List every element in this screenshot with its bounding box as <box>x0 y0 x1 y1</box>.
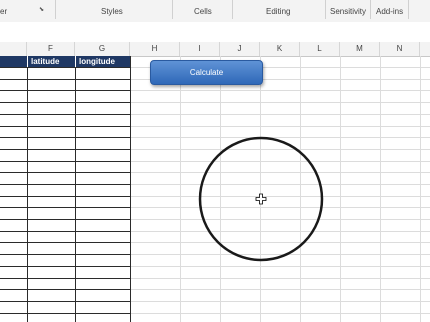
column-header-l[interactable]: L <box>300 42 340 56</box>
ribbon-group-editing[interactable]: Editing <box>266 7 290 16</box>
ribbon: er ⬊ Styles Cells Editing Sensitivity Ad… <box>0 0 430 23</box>
ribbon-group-clipboard-partial[interactable]: er <box>0 7 7 16</box>
ribbon-group-add-ins[interactable]: Add-ins <box>376 7 403 16</box>
ribbon-separator <box>325 0 326 19</box>
column-header-n[interactable]: N <box>380 42 420 56</box>
column-header-f[interactable]: F <box>27 42 75 56</box>
column-header-g[interactable]: G <box>75 42 130 56</box>
dialog-launcher-icon[interactable]: ⬊ <box>39 7 45 13</box>
column-headers: F G H I J K L M N <box>0 42 430 57</box>
circle-shape[interactable] <box>198 136 324 262</box>
column-header-o-partial[interactable] <box>420 42 430 56</box>
column-header-m[interactable]: M <box>340 42 380 56</box>
ribbon-group-cells[interactable]: Cells <box>194 7 212 16</box>
column-header-k[interactable]: K <box>260 42 300 56</box>
ribbon-separator <box>172 0 173 19</box>
ribbon-separator <box>232 0 233 19</box>
ribbon-group-sensitivity[interactable]: Sensitivity <box>330 7 366 16</box>
ribbon-separator <box>370 0 371 19</box>
column-header-e-partial[interactable] <box>0 42 27 56</box>
formula-bar-area <box>0 22 430 42</box>
ribbon-separator <box>55 0 56 19</box>
column-header-j[interactable]: J <box>220 42 260 56</box>
calculate-button[interactable]: Calculate <box>150 60 263 85</box>
table-header-latitude[interactable]: latitude <box>27 56 75 67</box>
table-header-cell-blank[interactable] <box>0 56 27 67</box>
ribbon-separator <box>408 0 409 19</box>
ribbon-group-styles[interactable]: Styles <box>101 7 123 16</box>
column-header-h[interactable]: H <box>130 42 180 56</box>
column-header-i[interactable]: I <box>180 42 220 56</box>
table-header-longitude[interactable]: longitude <box>75 56 130 67</box>
